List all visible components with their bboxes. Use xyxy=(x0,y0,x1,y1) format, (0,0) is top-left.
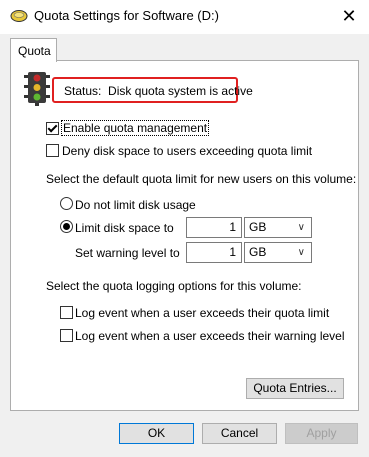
chevron-down-icon: ∨ xyxy=(297,222,305,233)
limit-value-input[interactable]: 1 xyxy=(186,217,242,238)
deny-space-label[interactable]: Deny disk space to users exceeding quota… xyxy=(62,144,312,158)
window-title: Quota Settings for Software (D:) xyxy=(34,8,219,23)
title-bar: Quota Settings for Software (D:) ✕ xyxy=(0,0,369,34)
limit-space-radio[interactable] xyxy=(60,220,73,233)
log-limit-checkbox[interactable] xyxy=(60,306,73,319)
default-limit-heading: Select the default quota limit for new u… xyxy=(46,172,357,186)
tab-quota[interactable]: Quota xyxy=(10,38,57,62)
enable-quota-checkbox[interactable] xyxy=(46,122,59,135)
drive-icon xyxy=(10,9,28,26)
log-warning-checkbox[interactable] xyxy=(60,329,73,342)
apply-button[interactable]: Apply xyxy=(285,423,358,444)
ok-button[interactable]: OK xyxy=(119,423,194,444)
warning-unit-select[interactable]: GB ∨ xyxy=(244,242,312,263)
warning-unit-value: GB xyxy=(249,245,267,259)
close-button[interactable]: ✕ xyxy=(339,6,359,26)
status-value: Disk quota system is active xyxy=(108,84,253,98)
cancel-button[interactable]: Cancel xyxy=(202,423,277,444)
status-line: Status: Disk quota system is active xyxy=(64,84,253,98)
deny-space-checkbox[interactable] xyxy=(46,144,59,157)
chevron-down-icon: ∨ xyxy=(297,247,305,258)
warning-level-label: Set warning level to xyxy=(75,246,180,260)
logging-heading: Select the quota logging options for thi… xyxy=(46,279,302,293)
quota-entries-button[interactable]: Quota Entries... xyxy=(246,378,344,399)
limit-space-label[interactable]: Limit disk space to xyxy=(75,221,174,235)
traffic-light-icon xyxy=(24,72,50,109)
no-limit-label[interactable]: Do not limit disk usage xyxy=(75,198,196,212)
log-limit-label[interactable]: Log event when a user exceeds their quot… xyxy=(75,306,329,320)
enable-quota-label[interactable]: Enable quota management xyxy=(61,120,210,136)
tab-quota-label: Quota xyxy=(18,44,51,58)
limit-unit-select[interactable]: GB ∨ xyxy=(244,217,312,238)
status-label: Status: xyxy=(64,84,102,98)
warning-value-input[interactable]: 1 xyxy=(186,242,242,263)
log-warning-label[interactable]: Log event when a user exceeds their warn… xyxy=(75,329,345,343)
limit-unit-value: GB xyxy=(249,220,267,234)
no-limit-radio[interactable] xyxy=(60,197,73,210)
